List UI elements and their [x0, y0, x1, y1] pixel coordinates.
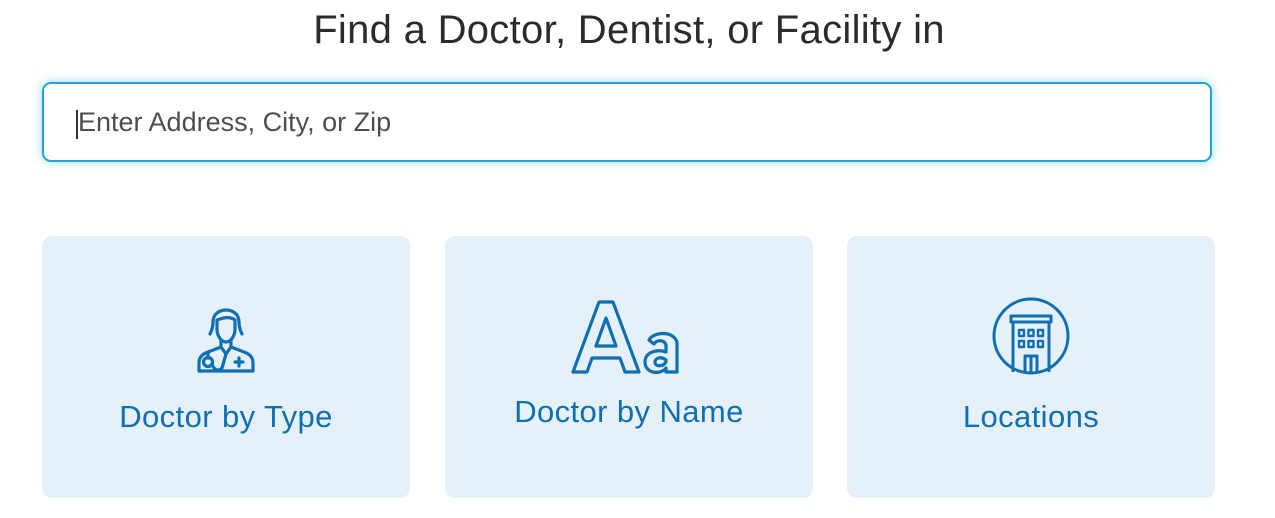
search-box[interactable]	[42, 82, 1212, 162]
page-title: Find a Doctor, Dentist, or Facility in	[313, 8, 945, 52]
find-care-page: Find a Doctor, Dentist, or Facility in D…	[0, 0, 1275, 518]
doctor-icon	[197, 308, 255, 373]
doctor-by-type-card[interactable]: Doctor by Type	[42, 236, 410, 498]
search-input[interactable]	[44, 84, 1210, 160]
building-icon	[992, 297, 1070, 375]
doctor-by-type-label: Doctor by Type	[119, 399, 333, 434]
letters-aa-icon	[571, 300, 679, 374]
locations-label: Locations	[962, 399, 1100, 434]
text-cursor	[76, 110, 78, 139]
locations-card[interactable]: Locations	[847, 236, 1215, 498]
doctor-by-name-card[interactable]: Doctor by Name	[445, 236, 813, 498]
doctor-by-name-label: Doctor by Name	[514, 394, 744, 429]
